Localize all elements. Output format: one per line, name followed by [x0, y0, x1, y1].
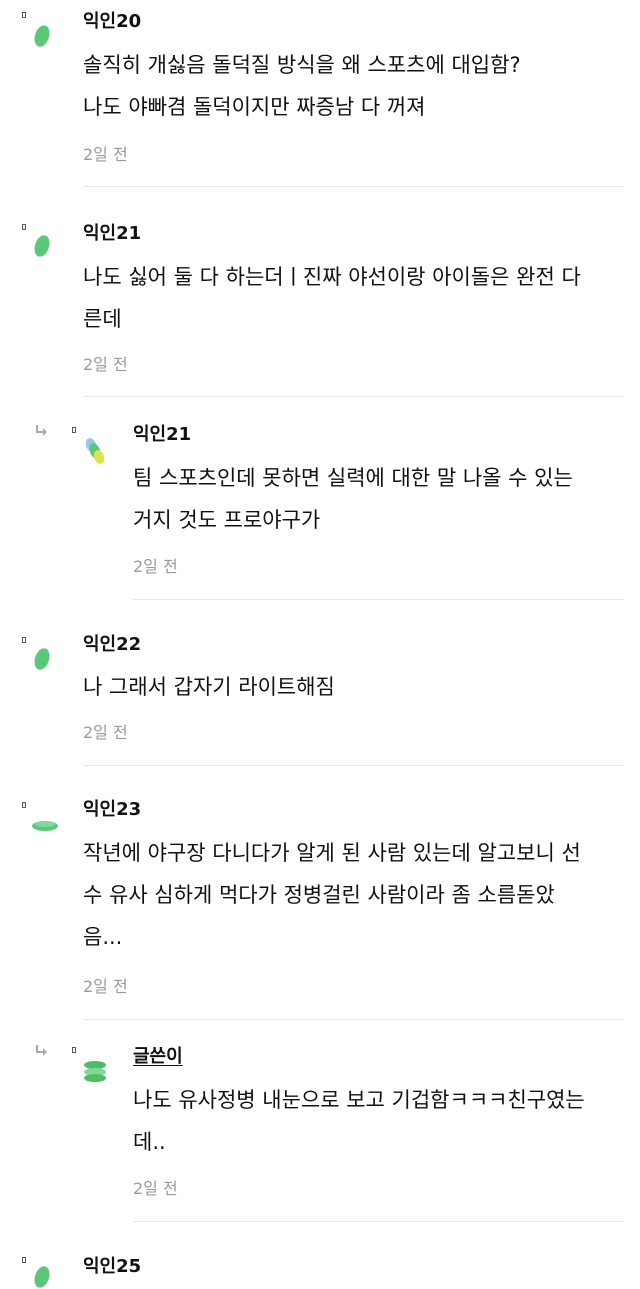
- avatar-icon: [34, 235, 50, 257]
- comment-line: 거지 것도 프로야구가: [133, 508, 321, 532]
- reply-item: 익인21 팀 스포츠인데 못하면 실력에 대한 말 나올 수 있는 거지 것도 …: [0, 415, 640, 605]
- comment-author[interactable]: 글쓴이: [133, 1047, 183, 1067]
- avatar-icon: [34, 1266, 50, 1288]
- comment-time: 2일 전: [133, 1179, 178, 1198]
- comment-item: 익인21 나도 싫어 둘 다 하는더ㅣ진짜 야선이랑 아이돌은 완전 다 른데 …: [0, 210, 640, 400]
- comment-author[interactable]: 익인21: [133, 425, 191, 445]
- marker-icon: [22, 637, 26, 643]
- marker-icon: [22, 1257, 26, 1263]
- divider: [133, 599, 624, 600]
- comment-body: 나도 싫어 둘 다 하는더ㅣ진짜 야선이랑 아이돌은 완전 다 른데: [83, 256, 628, 340]
- comment-line: 나 그래서 갑자기 라이트해짐: [83, 675, 335, 699]
- comment-line: 데..: [133, 1130, 166, 1154]
- comment-body: 나도 유사정병 내눈으로 보고 기겁함ㅋㅋㅋ친구였는 데..: [133, 1079, 628, 1163]
- comment-line: 솔직히 개싫음 돌덕질 방식을 왜 스포츠에 대입함?: [83, 53, 521, 77]
- marker-icon: [72, 1047, 76, 1053]
- comment-line: 음...: [83, 925, 123, 949]
- comment-line: 작년에 야구장 다니다가 알게 된 사람 있는데 알고보니 선: [83, 841, 581, 865]
- comment-time: 2일 전: [83, 145, 128, 164]
- comment-line: 팀 스포츠인데 못하면 실력에 대한 말 나올 수 있는: [133, 466, 573, 490]
- avatar-icon: [34, 25, 50, 47]
- comment-body: 솔직히 개싫음 돌덕질 방식을 왜 스포츠에 대입함? 나도 야빠겸 돌덕이지만…: [83, 44, 628, 128]
- comment-time: 2일 전: [83, 977, 128, 996]
- comment-author[interactable]: 익인23: [83, 800, 141, 820]
- comment-line: 나도 유사정병 내눈으로 보고 기겁함ㅋㅋㅋ친구였는: [133, 1088, 585, 1112]
- marker-icon: [22, 12, 26, 18]
- comment-line: 른데: [83, 307, 122, 331]
- comment-author[interactable]: 익인25: [83, 1257, 141, 1277]
- avatar-icon: [85, 438, 105, 464]
- comment-line: 나도 싫어 둘 다 하는더ㅣ진짜 야선이랑 아이돌은 완전 다: [83, 265, 581, 289]
- comment-author[interactable]: 익인20: [83, 12, 141, 32]
- marker-icon: [22, 802, 26, 808]
- comment-author[interactable]: 익인21: [83, 224, 141, 244]
- comment-body: 나 그래서 갑자기 라이트해짐: [83, 666, 628, 708]
- marker-icon: [22, 224, 26, 230]
- avatar-icon: [84, 1061, 106, 1082]
- comment-time: 2일 전: [83, 723, 128, 742]
- reply-item: 글쓴이 나도 유사정병 내눈으로 보고 기겁함ㅋㅋㅋ친구였는 데.. 2일 전: [0, 1035, 640, 1225]
- divider: [133, 1221, 624, 1222]
- comment-item: 익인25: [0, 1245, 640, 1288]
- comment-item: 익인22 나 그래서 갑자기 라이트해짐 2일 전: [0, 625, 640, 770]
- divider: [83, 186, 624, 187]
- marker-icon: [72, 427, 76, 433]
- divider: [83, 1019, 624, 1020]
- comment-item: 익인20 솔직히 개싫음 돌덕질 방식을 왜 스포츠에 대입함? 나도 야빠겸 …: [0, 0, 640, 190]
- reply-arrow-icon: [36, 425, 47, 436]
- comment-author[interactable]: 익인22: [83, 635, 141, 655]
- divider: [83, 765, 624, 766]
- avatar-icon: [32, 821, 58, 831]
- divider: [83, 396, 624, 397]
- comment-body: 팀 스포츠인데 못하면 실력에 대한 말 나올 수 있는 거지 것도 프로야구가: [133, 457, 628, 541]
- comment-time: 2일 전: [83, 355, 128, 374]
- comment-line: 수 유사 심하게 먹다가 정병걸린 사람이라 좀 소름돋았: [83, 883, 555, 907]
- reply-arrow-icon: [36, 1045, 47, 1056]
- comment-item: 익인23 작년에 야구장 다니다가 알게 된 사람 있는데 알고보니 선 수 유…: [0, 790, 640, 1020]
- comment-body: 작년에 야구장 다니다가 알게 된 사람 있는데 알고보니 선 수 유사 심하게…: [83, 832, 628, 958]
- comment-line: 나도 야빠겸 돌덕이지만 짜증남 다 꺼져: [83, 95, 426, 119]
- comment-time: 2일 전: [133, 557, 178, 576]
- avatar-icon: [34, 648, 50, 670]
